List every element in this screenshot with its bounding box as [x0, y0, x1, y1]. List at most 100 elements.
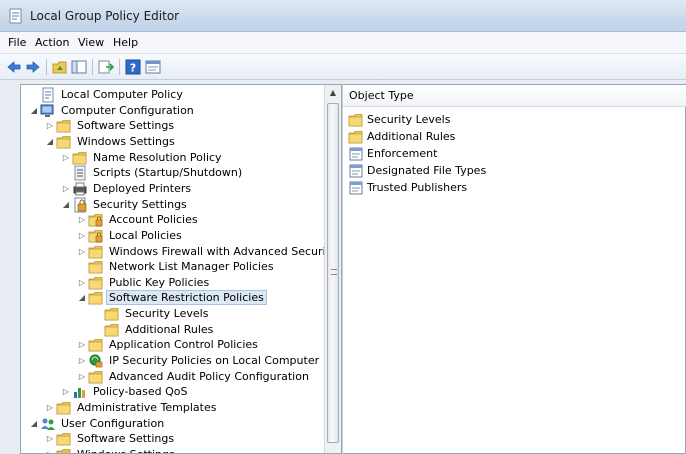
list-item[interactable]: Trusted Publishers [348, 180, 467, 196]
printer-icon [73, 182, 87, 196]
scrollbar-grip-icon [331, 269, 337, 275]
list-item-label: Trusted Publishers [367, 181, 468, 194]
tree-item[interactable]: ▷ Windows Settings [44, 447, 177, 453]
tree-item[interactable]: ▷ Account Policies [76, 212, 200, 228]
details-pane[interactable]: Object Type Security Levels Additional Ru… [342, 84, 686, 454]
collapsed-arrow-icon[interactable]: ▷ [76, 275, 88, 291]
setting-icon [349, 164, 363, 178]
tree-item[interactable]: ▷ Software Settings [44, 118, 176, 134]
toolbar-separator [92, 59, 93, 75]
list-item[interactable]: Designated File Types [348, 163, 486, 179]
forward-icon[interactable] [24, 58, 42, 76]
tree-item[interactable]: ◢ Software Restriction Policies [76, 290, 267, 306]
menu-action[interactable]: Action [32, 36, 72, 49]
collapsed-arrow-icon[interactable]: ▷ [76, 369, 88, 385]
tree-item[interactable]: ▷ Application Control Policies [76, 337, 260, 353]
menu-view[interactable]: View [75, 36, 107, 49]
tree-item[interactable]: Network List Manager Policies [76, 259, 276, 275]
tree-item-label: Security Settings [93, 197, 187, 211]
tree-item[interactable]: ▷ Administrative Templates [44, 400, 219, 416]
script-icon [74, 165, 86, 181]
tree-item-label: Scripts (Startup/Shutdown) [93, 166, 243, 180]
tree-item[interactable]: ◢ Computer Configuration [28, 103, 196, 119]
expanded-arrow-icon[interactable]: ◢ [28, 416, 40, 432]
collapsed-arrow-icon[interactable]: ▷ [76, 228, 88, 244]
collapsed-arrow-icon[interactable]: ▷ [44, 447, 56, 453]
tree-item[interactable]: ▷ Name Resolution Policy [60, 150, 224, 166]
expanded-arrow-icon[interactable]: ◢ [28, 103, 40, 119]
folder-icon [56, 433, 71, 446]
tree-item-label: Additional Rules [125, 322, 214, 336]
collapsed-arrow-icon[interactable]: ▷ [76, 212, 88, 228]
tree-pane[interactable]: Local Computer Policy ◢ Computer Configura… [20, 84, 342, 454]
tree-item-label: Administrative Templates [77, 401, 217, 414]
folder-icon [104, 308, 119, 321]
tree-item-label: Software Settings [77, 119, 175, 133]
tree-item-label: Windows Firewall with Advanced Security [109, 244, 337, 258]
collapsed-arrow-icon[interactable]: ▷ [76, 244, 88, 260]
scrollbar-thumb[interactable] [327, 103, 339, 443]
window-title: Local Group Policy Editor [30, 9, 180, 23]
tree-item[interactable]: Scripts (Startup/Shutdown) [60, 165, 244, 181]
expanded-arrow-icon[interactable]: ◢ [76, 290, 88, 306]
console-tree[interactable]: Local Computer Policy ◢ Computer Configura… [21, 85, 336, 453]
list-item-label: Additional Rules [367, 130, 456, 143]
tree-item[interactable]: ◢ Security Settings [60, 197, 189, 213]
tree-item-label: Windows Settings [75, 448, 177, 453]
tree-item[interactable]: ◢ User Configuration [28, 416, 166, 432]
collapsed-arrow-icon[interactable]: ▷ [76, 337, 88, 353]
folder-icon [72, 151, 87, 164]
help-icon[interactable]: ? [124, 58, 142, 76]
svg-text:?: ? [130, 62, 136, 75]
folder-lock-icon [88, 229, 103, 243]
folder-icon [88, 245, 103, 258]
tree-item[interactable]: ▷ IP Security Policies on Local Computer [76, 353, 321, 369]
collapsed-arrow-icon[interactable]: ▷ [44, 400, 56, 416]
column-header-label: Object Type [349, 89, 414, 102]
list-item[interactable]: Additional Rules [348, 129, 455, 145]
folder-icon [88, 370, 103, 384]
tree-vertical-scrollbar[interactable]: ▲ [324, 85, 341, 453]
collapsed-arrow-icon[interactable]: ▷ [60, 150, 72, 166]
tree-item[interactable]: ◢ Windows Settings [44, 134, 177, 150]
tree-item[interactable]: ▷ Public Key Policies [76, 275, 211, 291]
folder-lock-icon [88, 214, 103, 227]
tree-item[interactable]: Local Computer Policy [28, 87, 185, 103]
menu-file[interactable]: File [5, 36, 29, 49]
collapsed-arrow-icon[interactable]: ▷ [44, 431, 56, 447]
tree-item[interactable]: ▷ Local Policies [76, 228, 184, 244]
collapsed-arrow-icon[interactable]: ▷ [44, 118, 56, 134]
tree-item[interactable]: Additional Rules [92, 322, 215, 338]
back-icon[interactable] [5, 58, 23, 76]
setting-icon [349, 181, 363, 195]
collapsed-arrow-icon[interactable]: ▷ [60, 384, 72, 400]
scroll-up-icon[interactable]: ▲ [325, 85, 341, 101]
tree-item-label: Name Resolution Policy [93, 150, 222, 164]
tree-item[interactable]: ▷ Software Settings [44, 431, 176, 447]
collapsed-arrow-icon[interactable]: ▷ [76, 353, 88, 369]
column-header-object-type[interactable]: Object Type [343, 85, 686, 107]
expanded-arrow-icon[interactable]: ◢ [60, 197, 72, 213]
list-item[interactable]: Security Levels [348, 112, 450, 128]
export-list-icon[interactable] [97, 58, 115, 76]
collapsed-arrow-icon[interactable]: ▷ [60, 181, 72, 197]
tree-item[interactable]: ▷ Advanced Audit Policy Configuration [76, 369, 311, 385]
list-item[interactable]: Enforcement [348, 146, 437, 162]
show-hide-tree-icon[interactable] [70, 58, 88, 76]
tree-item-label: Public Key Policies [109, 275, 210, 289]
folder-icon [56, 449, 71, 453]
tree-item-label: Computer Configuration [61, 103, 194, 117]
expanded-arrow-icon[interactable]: ◢ [44, 134, 56, 150]
tree-item[interactable]: ▷ Policy-based QoS [60, 384, 190, 400]
tree-item-label: IP Security Policies on Local Computer [109, 354, 320, 368]
toolbar-separator [119, 59, 120, 75]
folder-icon [104, 323, 119, 337]
menu-help[interactable]: Help [110, 36, 141, 49]
security-icon [74, 197, 87, 213]
tree-item[interactable]: Security Levels [92, 306, 210, 322]
tree-item[interactable]: ▷ Windows Firewall with Advanced Security [76, 244, 338, 260]
properties-icon[interactable] [144, 58, 162, 76]
tree-item-label: Network List Manager Policies [109, 260, 274, 274]
tree-item[interactable]: ▷ Deployed Printers [60, 181, 193, 197]
up-folder-icon[interactable] [51, 58, 69, 76]
